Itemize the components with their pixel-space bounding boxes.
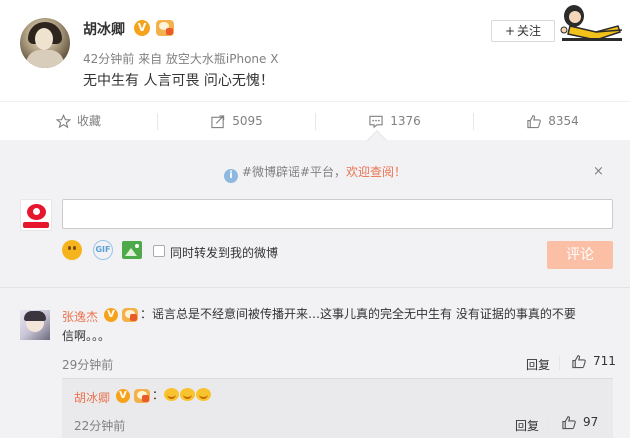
author-avatar[interactable]	[20, 18, 70, 68]
comment-like-count: 711	[593, 354, 616, 368]
star-icon	[55, 114, 71, 129]
commenter-name[interactable]: 张逸杰	[62, 308, 98, 325]
vip-crown-icon	[122, 308, 138, 322]
reply-time: 22分钟前	[74, 419, 126, 433]
cartoon-sticker-icon	[560, 5, 623, 41]
notice-link[interactable]: 欢迎查阅！	[346, 165, 406, 179]
vip-crown-icon	[134, 389, 150, 403]
action-divider	[548, 417, 549, 431]
like-count: 8354	[548, 114, 579, 128]
favorite-button[interactable]: 收藏	[0, 102, 157, 141]
post-text: 无中生有 人言可畏 问心无愧！	[83, 73, 274, 89]
comment-button[interactable]: 1376	[316, 102, 473, 141]
vip-crown-icon	[156, 20, 174, 36]
post-action-bar: 收藏 5095 1376 8354	[0, 101, 630, 140]
repost-checkbox[interactable]	[153, 245, 165, 257]
reply-like-count: 97	[583, 415, 599, 429]
commenter-avatar[interactable]	[20, 310, 50, 340]
submit-comment-button[interactable]: 评论	[547, 241, 613, 269]
verified-v-icon: V	[134, 20, 150, 36]
action-divider	[559, 356, 560, 370]
plus-icon: +	[504, 24, 516, 38]
image-icon[interactable]	[122, 241, 142, 259]
repost-button[interactable]: 5095	[158, 102, 315, 141]
comment-time: 29分钟前	[62, 358, 114, 372]
close-icon[interactable]: ×	[593, 164, 604, 179]
smile-emoji-icon	[164, 388, 180, 401]
my-avatar[interactable]	[20, 199, 52, 231]
verified-v-icon: V	[104, 308, 118, 322]
rumor-notice: i #微博辟谣#平台，欢迎查阅！	[0, 163, 630, 183]
reply-button[interactable]: 回复	[515, 417, 539, 434]
repost-count: 5095	[232, 114, 263, 128]
favorite-label: 收藏	[76, 114, 101, 128]
like-button[interactable]: 8354	[474, 102, 630, 141]
weibo-post: 胡冰卿 V 42分钟前 来自 放空大水瓶iPhone X 无中生有 人言可畏 问…	[0, 0, 630, 101]
follow-button[interactable]: + 关注	[491, 20, 555, 42]
smile-emoji-icon	[180, 388, 196, 401]
comment-like-button[interactable]: 711	[571, 354, 616, 369]
comment-icon	[369, 115, 383, 129]
repost-icon	[211, 115, 225, 129]
reply-like-button[interactable]: 97	[561, 415, 598, 430]
nested-reply: 胡冰卿 V ： 22分钟前 回复 97	[62, 378, 613, 438]
comment-text-line2: 信啊。。。	[62, 329, 111, 343]
smile-emoji-icon	[196, 388, 212, 401]
comment-panel: i #微博辟谣#平台，欢迎查阅！ × GIF 同时转发到我的微博 评论 张逸杰 V…	[0, 130, 630, 438]
post-meta: 42分钟前 来自 放空大水瓶iPhone X	[83, 52, 279, 66]
reply-text: ：	[152, 384, 212, 406]
comment-input[interactable]	[62, 199, 613, 229]
comment-count: 1376	[390, 114, 421, 128]
repost-checkbox-label[interactable]: 同时转发到我的微博	[170, 244, 278, 261]
section-divider	[0, 287, 630, 288]
reply-colon: ：	[152, 388, 165, 402]
verified-v-icon: V	[116, 389, 130, 403]
reply-author-name[interactable]: 胡冰卿	[74, 389, 110, 406]
thumbs-up-icon	[527, 115, 542, 129]
author-name[interactable]: 胡冰卿	[83, 19, 125, 39]
thumbs-up-icon	[572, 355, 586, 369]
emoji-icon[interactable]	[62, 240, 82, 260]
info-icon: i	[223, 169, 238, 183]
gif-icon[interactable]: GIF	[93, 240, 113, 260]
notice-text[interactable]: #微博辟谣#平台，	[242, 165, 346, 179]
follow-label: 关注	[517, 24, 542, 38]
comment-text-line1: ：谣言总是不经意间被传播开来…这事儿真的完全无中生有 没有证据的事真的不要	[140, 307, 576, 321]
reply-button[interactable]: 回复	[526, 356, 550, 373]
thumbs-up-icon	[562, 416, 576, 430]
